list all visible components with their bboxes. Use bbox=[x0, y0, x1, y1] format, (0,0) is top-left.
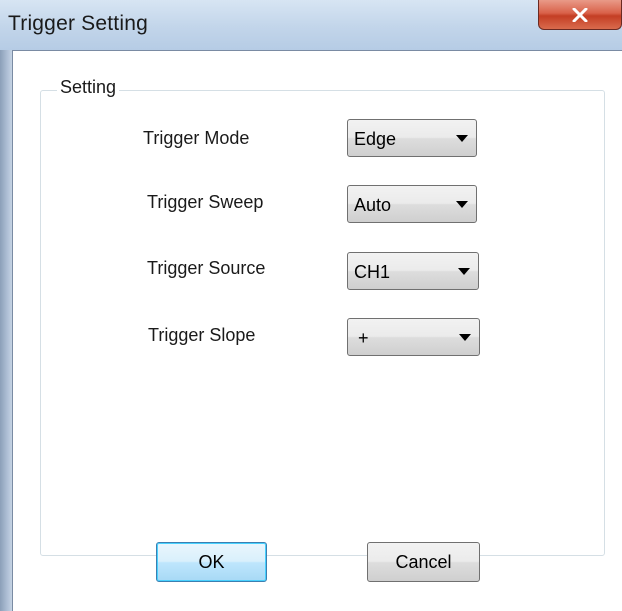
cancel-button-label: Cancel bbox=[395, 551, 452, 572]
chevron-down-icon bbox=[456, 135, 468, 142]
trigger-sweep-label: Trigger Sweep bbox=[147, 192, 264, 212]
title-bar[interactable]: Trigger Setting bbox=[0, 0, 622, 50]
trigger-mode-label: Trigger Mode bbox=[143, 128, 250, 148]
trigger-sweep-value: Auto bbox=[354, 195, 392, 215]
chevron-down-icon bbox=[458, 268, 470, 275]
chevron-down-icon bbox=[456, 201, 468, 208]
ok-button[interactable]: OK bbox=[156, 542, 267, 582]
trigger-source-label: Trigger Source bbox=[147, 258, 266, 278]
trigger-source-select[interactable]: CH1 bbox=[347, 252, 479, 290]
close-icon bbox=[572, 7, 588, 22]
setting-group-label: Setting bbox=[57, 77, 120, 98]
ok-button-label: OK bbox=[198, 551, 225, 572]
trigger-setting-dialog: Trigger Setting Setting Trigger Mode Edg… bbox=[0, 0, 622, 611]
chevron-down-icon bbox=[459, 334, 471, 341]
trigger-slope-label: Trigger Slope bbox=[148, 325, 256, 345]
close-button[interactable] bbox=[538, 0, 622, 30]
trigger-sweep-select[interactable]: Auto bbox=[347, 185, 477, 223]
cancel-button[interactable]: Cancel bbox=[367, 542, 480, 582]
dialog-body: Setting Trigger Mode Edge Trigger Sweep … bbox=[12, 50, 622, 611]
trigger-source-value: CH1 bbox=[354, 262, 391, 282]
trigger-slope-value: + bbox=[358, 328, 369, 348]
trigger-slope-select[interactable]: + bbox=[347, 318, 480, 356]
trigger-mode-select[interactable]: Edge bbox=[347, 119, 477, 157]
trigger-mode-value: Edge bbox=[354, 129, 397, 149]
window-left-border bbox=[0, 0, 12, 611]
window-title: Trigger Setting bbox=[8, 12, 148, 35]
setting-groupbox bbox=[40, 90, 605, 556]
